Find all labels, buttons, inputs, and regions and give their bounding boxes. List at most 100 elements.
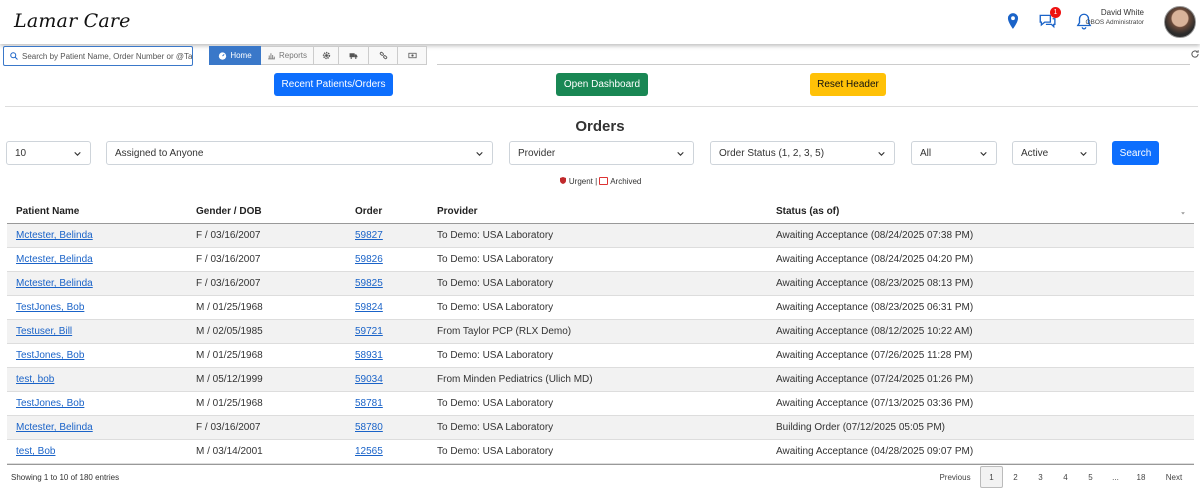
order-link[interactable]: 59827 bbox=[355, 230, 383, 241]
gender-dob: F / 03/16/2007 bbox=[196, 422, 261, 433]
active-select[interactable]: Active bbox=[1012, 141, 1097, 165]
archive-icon bbox=[599, 177, 609, 185]
home-icon bbox=[219, 52, 227, 60]
link-icon bbox=[379, 51, 387, 60]
gender-dob: F / 03/16/2007 bbox=[196, 230, 261, 241]
page-next[interactable]: Next bbox=[1154, 466, 1194, 488]
gender-dob: M / 01/25/1968 bbox=[196, 302, 263, 313]
tab-reports[interactable]: Reports bbox=[261, 46, 314, 65]
col-status[interactable]: Status (as of) bbox=[776, 206, 839, 217]
tab-home[interactable]: Home bbox=[209, 46, 261, 65]
recent-patients-button[interactable]: Recent Patients/Orders bbox=[274, 73, 393, 96]
open-dashboard-button[interactable]: Open Dashboard bbox=[556, 73, 648, 96]
table-row: test, bob M / 05/12/1999 59034 From Mind… bbox=[7, 368, 1194, 392]
page-2[interactable]: 2 bbox=[1003, 466, 1028, 488]
status: Building Order (07/12/2025 05:05 PM) bbox=[776, 422, 945, 433]
tab-home-label: Home bbox=[230, 51, 252, 60]
status: Awaiting Acceptance (07/26/2025 11:28 PM… bbox=[776, 350, 973, 361]
page-18[interactable]: 18 bbox=[1128, 466, 1154, 488]
order-link[interactable]: 59034 bbox=[355, 374, 383, 385]
col-provider[interactable]: Provider bbox=[437, 206, 478, 217]
patient-link[interactable]: Testuser, Bill bbox=[16, 326, 72, 337]
nav-tabs: Home Reports bbox=[209, 46, 427, 65]
patient-link[interactable]: TestJones, Bob bbox=[16, 398, 84, 409]
messages-badge: 1 bbox=[1050, 7, 1061, 18]
order-link[interactable]: 59826 bbox=[355, 254, 383, 265]
col-gender-dob[interactable]: Gender / DOB bbox=[196, 206, 262, 217]
messages-icon[interactable]: 1 bbox=[1036, 7, 1061, 32]
gender-dob: M / 01/25/1968 bbox=[196, 398, 263, 409]
assigned-select[interactable]: Assigned to Anyone bbox=[106, 141, 493, 165]
status: Awaiting Acceptance (07/13/2025 03:36 PM… bbox=[776, 398, 974, 409]
legend-urgent: Urgent bbox=[568, 177, 593, 186]
patient-link[interactable]: TestJones, Bob bbox=[16, 350, 84, 361]
col-order[interactable]: Order bbox=[355, 206, 382, 217]
legend-archived: Archived bbox=[610, 177, 642, 186]
table-row: Mctester, Belinda F / 03/16/2007 59827 T… bbox=[7, 224, 1194, 248]
gender-dob: M / 03/14/2001 bbox=[196, 446, 263, 457]
sort-icon[interactable] bbox=[1180, 210, 1186, 216]
order-link[interactable]: 58780 bbox=[355, 422, 383, 433]
page-1[interactable]: 1 bbox=[980, 466, 1003, 488]
page-size-select[interactable]: 10 bbox=[6, 141, 91, 165]
all-select[interactable]: All bbox=[911, 141, 997, 165]
page-3[interactable]: 3 bbox=[1028, 466, 1053, 488]
page-previous[interactable]: Previous bbox=[930, 466, 980, 488]
reset-header-button[interactable]: Reset Header bbox=[810, 73, 886, 96]
provider-value: Provider bbox=[518, 147, 556, 159]
search-input[interactable] bbox=[22, 51, 192, 61]
table-bottom-border bbox=[7, 464, 1194, 465]
tab-shipping[interactable] bbox=[339, 46, 369, 65]
table-row: Mctester, Belinda F / 03/16/2007 59826 T… bbox=[7, 248, 1194, 272]
patient-link[interactable]: test, bob bbox=[16, 374, 54, 385]
app-logo[interactable]: Lamar Care bbox=[14, 10, 131, 32]
patient-link[interactable]: Mctester, Belinda bbox=[16, 254, 93, 265]
page-5[interactable]: 5 bbox=[1078, 466, 1103, 488]
order-link[interactable]: 59825 bbox=[355, 278, 383, 289]
tab-billing[interactable] bbox=[398, 46, 427, 65]
status: Awaiting Acceptance (08/23/2025 06:31 PM… bbox=[776, 302, 974, 313]
status: Awaiting Acceptance (07/24/2025 01:26 PM… bbox=[776, 374, 974, 385]
top-header: Lamar Care 1 David White OBOS Administra… bbox=[0, 0, 1200, 44]
order-status-value: Order Status (1, 2, 3, 5) bbox=[719, 147, 825, 159]
patient-link[interactable]: test, Bob bbox=[16, 446, 55, 457]
page-ellipsis: ... bbox=[1112, 472, 1119, 482]
legend: Urgent | Archived bbox=[0, 176, 1200, 186]
order-status-select[interactable]: Order Status (1, 2, 3, 5) bbox=[710, 141, 895, 165]
order-link[interactable]: 59721 bbox=[355, 326, 383, 337]
provider: To Demo: USA Laboratory bbox=[437, 422, 554, 433]
status: Awaiting Acceptance (08/24/2025 07:38 PM… bbox=[776, 230, 974, 241]
order-link[interactable]: 12565 bbox=[355, 446, 383, 457]
patient-link[interactable]: TestJones, Bob bbox=[16, 302, 84, 313]
legend-separator: | bbox=[595, 177, 598, 186]
table-row: Mctester, Belinda F / 03/16/2007 58780 T… bbox=[7, 416, 1194, 440]
user-info[interactable]: David White OBOS Administrator bbox=[1085, 8, 1144, 26]
table-row: TestJones, Bob M / 01/25/1968 58931 To D… bbox=[7, 344, 1194, 368]
order-link[interactable]: 58931 bbox=[355, 350, 383, 361]
page-4[interactable]: 4 bbox=[1053, 466, 1078, 488]
table-header: Patient Name Gender / DOB Order Provider… bbox=[7, 199, 1194, 224]
location-pin-icon[interactable] bbox=[1002, 10, 1024, 32]
gender-dob: F / 03/16/2007 bbox=[196, 254, 261, 265]
search-icon bbox=[10, 52, 18, 60]
provider-select[interactable]: Provider bbox=[509, 141, 694, 165]
active-value: Active bbox=[1021, 147, 1049, 159]
user-role: OBOS Administrator bbox=[1085, 19, 1144, 26]
shield-icon bbox=[559, 177, 566, 184]
patient-link[interactable]: Mctester, Belinda bbox=[16, 278, 93, 289]
status: Awaiting Acceptance (04/28/2025 09:07 PM… bbox=[776, 446, 974, 457]
assigned-value: Assigned to Anyone bbox=[115, 147, 204, 159]
tab-links[interactable] bbox=[369, 46, 398, 65]
patient-link[interactable]: Mctester, Belinda bbox=[16, 422, 93, 433]
col-patient-name[interactable]: Patient Name bbox=[16, 206, 79, 217]
patient-link[interactable]: Mctester, Belinda bbox=[16, 230, 93, 241]
order-link[interactable]: 58781 bbox=[355, 398, 383, 409]
gender-dob: M / 01/25/1968 bbox=[196, 350, 263, 361]
page-size-value: 10 bbox=[15, 147, 27, 159]
tab-settings[interactable] bbox=[314, 46, 339, 65]
refresh-icon[interactable] bbox=[1190, 49, 1200, 59]
search-button[interactable]: Search bbox=[1112, 141, 1159, 165]
table-row: TestJones, Bob M / 01/25/1968 58781 To D… bbox=[7, 392, 1194, 416]
avatar[interactable] bbox=[1164, 6, 1196, 38]
order-link[interactable]: 59824 bbox=[355, 302, 383, 313]
